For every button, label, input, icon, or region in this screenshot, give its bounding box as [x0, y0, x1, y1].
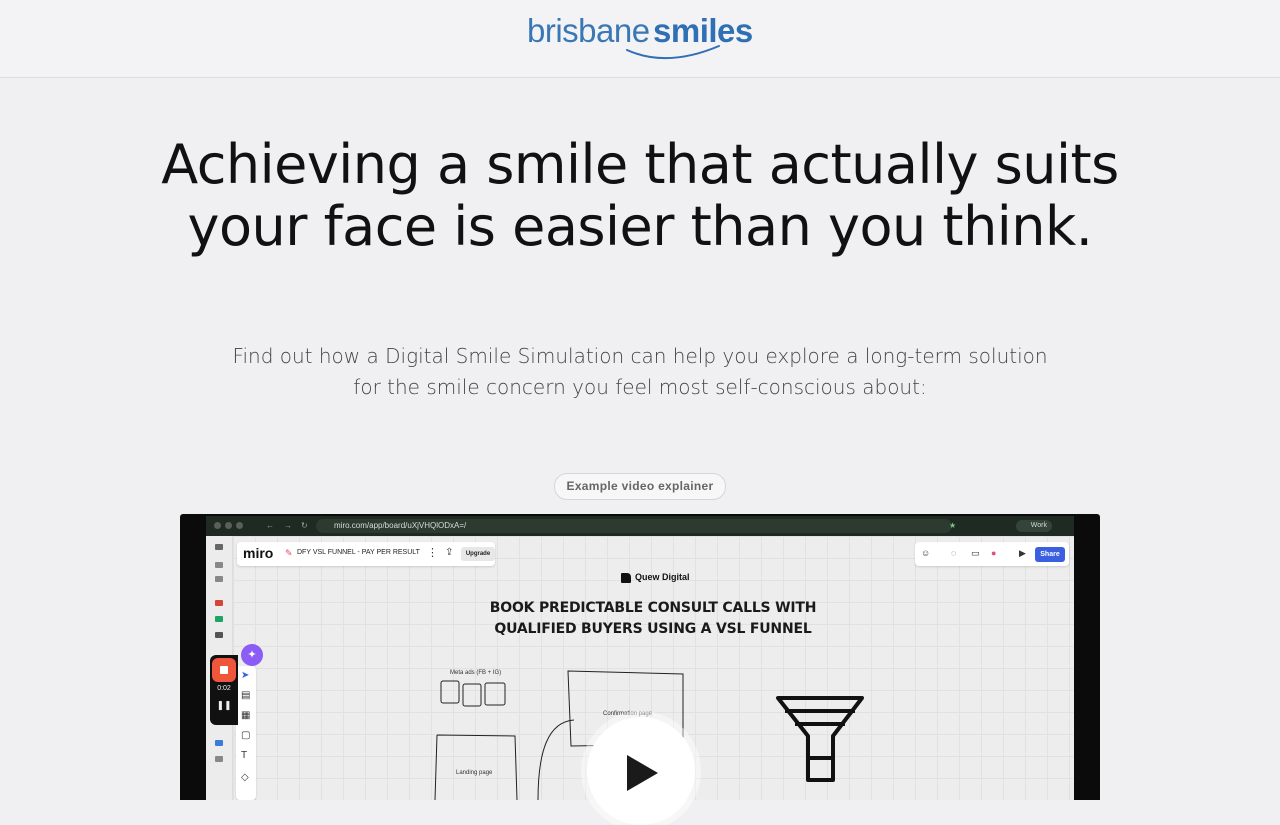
video-label-badge: Example video explainer	[554, 473, 726, 500]
browser-url-bar: miro.com/app/board/uXjVHQlODxA=/	[316, 519, 952, 533]
brisbane-smiles-logo[interactable]: brisbane smiles	[527, 8, 753, 64]
reload-icon: ↻	[301, 521, 308, 530]
grid-icon	[215, 562, 223, 568]
browser-profile-pill: Work	[1016, 520, 1052, 532]
record-stop-icon	[212, 658, 236, 682]
apps-icon	[215, 576, 223, 582]
hero-headline: Achieving a smile that actually suits yo…	[161, 133, 1119, 258]
video-play-button[interactable]	[587, 717, 695, 825]
forward-arrow-icon: →	[284, 521, 292, 530]
site-header: brisbane smiles	[0, 0, 1280, 78]
menu-icon	[215, 544, 223, 550]
app-icon	[215, 740, 223, 746]
window-dot-icon	[214, 522, 221, 529]
add-icon	[215, 756, 223, 762]
star-icon: ★	[949, 521, 957, 530]
recording-time: 0:02	[217, 685, 231, 692]
logo-smile-curve	[626, 45, 720, 59]
hero-subheadline: Find out how a Digital Smile Simulation …	[232, 344, 1048, 399]
window-dot-icon	[225, 522, 232, 529]
drive-icon	[215, 616, 223, 622]
back-arrow-icon: ←	[266, 521, 274, 530]
gmail-icon	[215, 600, 223, 606]
screen-recorder-widget: 0:02 ❚❚	[210, 655, 238, 725]
window-dot-icon	[236, 522, 243, 529]
pause-icon: ❚❚	[216, 700, 232, 710]
play-icon	[627, 755, 658, 791]
browser-toolbar: ← → ↻ miro.com/app/board/uXjVHQlODxA=/ ★…	[206, 516, 1074, 536]
app-icon	[215, 632, 223, 638]
